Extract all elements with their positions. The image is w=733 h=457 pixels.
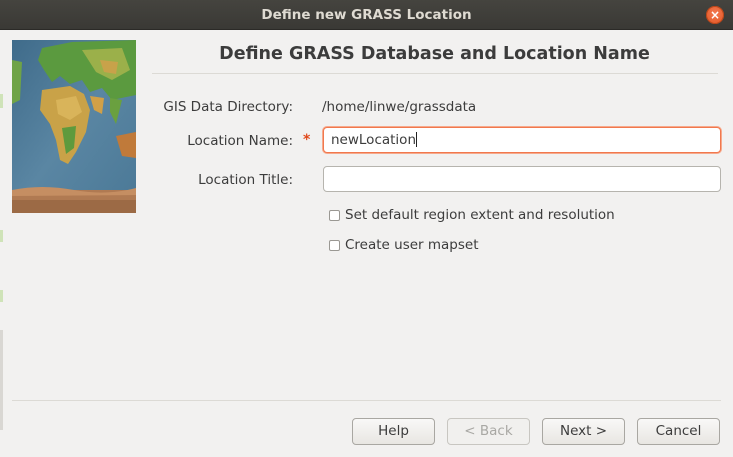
footer-divider [12,400,721,401]
create-mapset-checkbox[interactable]: Create user mapset [329,237,479,253]
header-divider [152,73,718,74]
gisdbase-value: /home/linwe/grassdata [322,99,477,115]
window-titlebar: Define new GRASS Location × [0,0,733,30]
location-name-label: Location Name: [187,133,293,149]
default-region-checkbox[interactable]: Set default region extent and resolution [329,207,615,223]
location-title-label: Location Title: [198,172,293,188]
window-title: Define new GRASS Location [261,7,472,23]
location-name-input[interactable]: newLocation [323,127,721,153]
next-button[interactable]: Next > [542,418,625,445]
location-name-value: newLocation [331,132,417,148]
background-window-edge [0,30,4,457]
checkbox-box[interactable] [329,209,340,221]
required-marker: * [303,132,311,148]
close-icon[interactable]: × [706,6,724,24]
location-title-input[interactable] [323,166,721,192]
world-map-image [12,40,136,213]
cancel-button[interactable]: Cancel [637,418,720,445]
help-button[interactable]: Help [352,418,435,445]
gisdbase-label: GIS Data Directory: [163,99,293,115]
text-caret [416,132,418,147]
default-region-label: Set default region extent and resolution [345,207,615,223]
create-mapset-label: Create user mapset [345,237,479,253]
checkbox-box[interactable] [329,239,340,251]
page-heading: Define GRASS Database and Location Name [219,44,650,64]
back-button[interactable]: < Back [447,418,530,445]
